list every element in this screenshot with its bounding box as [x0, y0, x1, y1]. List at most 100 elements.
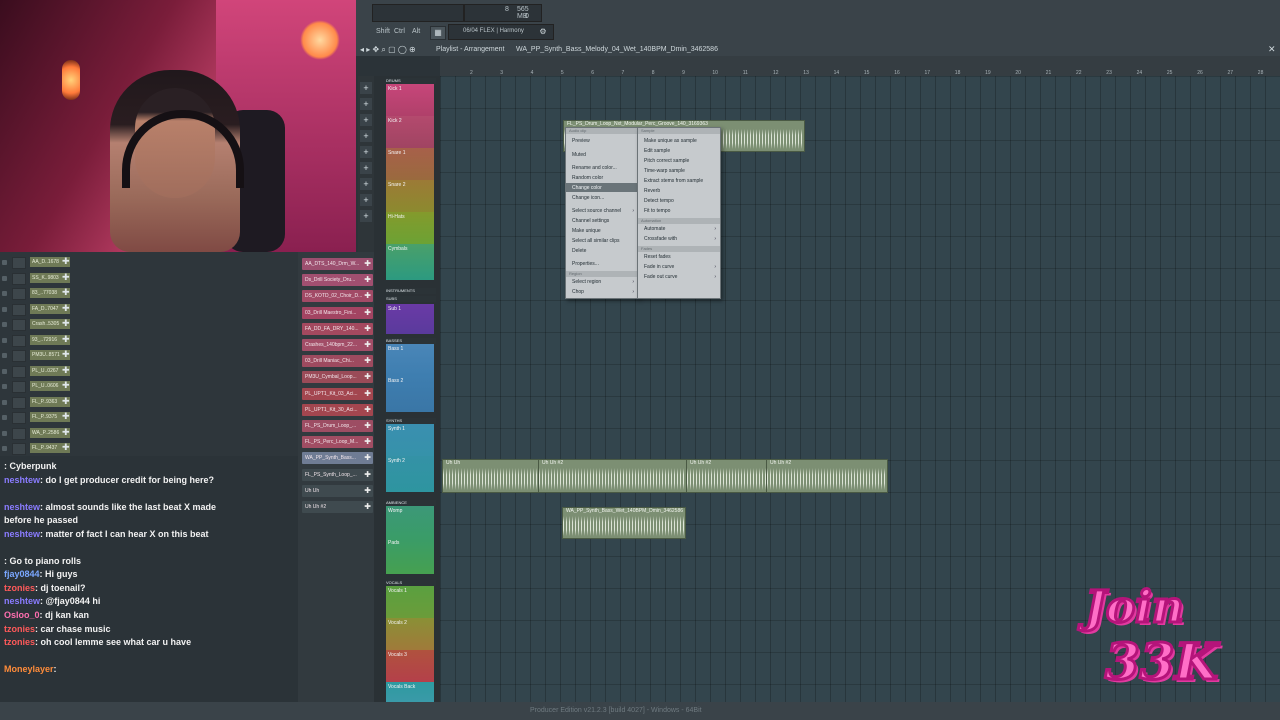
menu-channel-settings[interactable]: Channel settings	[572, 218, 609, 224]
plus-icon[interactable]: ✚	[62, 427, 70, 438]
add-track-icon[interactable]: +	[360, 194, 372, 206]
channel-led[interactable]	[2, 384, 7, 389]
channel-led[interactable]	[2, 430, 7, 436]
plus-icon[interactable]: ✚	[62, 256, 70, 267]
menu-crossfade[interactable]: Crossfade with	[644, 236, 677, 242]
browser-item[interactable]: FL_PS_Drum_Loop_... ✚	[302, 420, 373, 432]
menu-properties[interactable]: Properties...	[572, 261, 599, 267]
channel-row[interactable]: AA_D..1678 ✚	[0, 256, 96, 269]
channel-row[interactable]: PL_U..0267 ✚	[0, 365, 96, 378]
channel-mute-button[interactable]	[12, 350, 26, 362]
menu-automate[interactable]: Automate	[644, 226, 665, 232]
plus-icon[interactable]: ✚	[62, 349, 70, 360]
add-track-icon[interactable]: +	[360, 210, 372, 222]
channel-led[interactable]	[2, 322, 7, 327]
browser-item[interactable]: 03_Drill Maniac_Chi... ✚	[302, 355, 373, 368]
browser-item[interactable]: DS_KOTD_02_Choir_D... ✚	[302, 290, 373, 303]
browser-item[interactable]: AA_DTS_140_Drm_W... ✚	[302, 258, 373, 270]
track-hi-hats[interactable]: Hi-Hats	[386, 212, 434, 244]
chat-username[interactable]: neshtew	[4, 475, 40, 485]
track-vocals-3[interactable]: Vocals 3	[386, 650, 434, 682]
menu-muted[interactable]: Muted	[572, 152, 586, 158]
menu-preview[interactable]: Preview	[572, 138, 590, 144]
channel-led[interactable]	[2, 353, 7, 358]
chat-username[interactable]: fjay0844	[4, 569, 40, 579]
channel-row[interactable]: 83_..77038 ✚	[0, 287, 96, 300]
plus-icon[interactable]: ✚	[364, 469, 371, 481]
plus-icon[interactable]: ✚	[364, 323, 371, 335]
menu-select-source-channel[interactable]: Select source channel	[572, 208, 621, 214]
browser-item[interactable]: PM3U_Cymbal_Loop... ✚	[302, 371, 373, 384]
track-snare-1[interactable]: Snare 1	[386, 148, 434, 180]
browser-item[interactable]: Uh Uh ✚	[302, 484, 373, 497]
plus-icon[interactable]: ✚	[62, 272, 70, 283]
track-cymbals[interactable]: Cymbals	[386, 244, 434, 280]
menu-random-color[interactable]: Random color	[572, 175, 603, 181]
pattern-name[interactable]: WA_PP_Synth_Bass_Melody_04_Wet_140BPM_Dm…	[516, 46, 718, 53]
clip-synth-bass[interactable]: WA_PP_Synth_Bass_Wet_140BPM_Dmin_3462586	[562, 507, 686, 539]
plus-icon[interactable]: ✚	[364, 290, 371, 302]
menu-time-warp[interactable]: Time-warp sample	[644, 168, 685, 174]
add-track-icon[interactable]: +	[360, 82, 372, 94]
browser-item[interactable]: PL_UPT1_Kit_30_Aci... ✚	[302, 403, 373, 416]
track-kick-1[interactable]: Kick 1	[386, 84, 434, 116]
clip-uh-uh-2c[interactable]: Uh Uh #2	[766, 459, 888, 493]
settings-icon[interactable]: ⚙	[536, 26, 550, 38]
menu-make-unique[interactable]: Make unique	[572, 228, 601, 234]
track-vocals-2[interactable]: Vocals 2	[386, 618, 434, 650]
menu-select-similar[interactable]: Select all similar clips	[572, 238, 620, 244]
shift-button[interactable]: Shift	[376, 28, 390, 35]
channel-led[interactable]	[2, 291, 7, 296]
menu-detect-tempo[interactable]: Detect tempo	[644, 198, 674, 204]
menu-delete[interactable]: Delete	[572, 248, 586, 254]
channel-row[interactable]: 93_..72916 ✚	[0, 334, 96, 347]
menu-fade-in[interactable]: Fade in curve	[644, 264, 674, 270]
add-track-icon[interactable]: +	[360, 146, 372, 158]
channel-mute-button[interactable]	[12, 272, 26, 285]
close-icon[interactable]: ✕	[1268, 44, 1276, 55]
channel-mute-button[interactable]	[12, 443, 26, 455]
plus-icon[interactable]: ✚	[62, 442, 70, 453]
plus-icon[interactable]: ✚	[364, 339, 371, 351]
menu-select-region[interactable]: Select region	[572, 279, 601, 285]
plus-icon[interactable]: ✚	[364, 452, 371, 464]
browser-item[interactable]: WA_PP_Synth_Bass... ✚	[302, 452, 373, 465]
plus-icon[interactable]: ✚	[62, 287, 70, 298]
plus-icon[interactable]: ✚	[364, 388, 371, 400]
menu-fade-out[interactable]: Fade out curve	[644, 274, 677, 280]
channel-row[interactable]: PL_U..0606 ✚	[0, 380, 96, 393]
channel-mute-button[interactable]	[12, 288, 26, 300]
clip-uh-uh[interactable]: Uh Uh	[442, 459, 540, 493]
plus-icon[interactable]: ✚	[364, 258, 371, 270]
channel-mute-button[interactable]	[12, 412, 26, 424]
menu-change-color[interactable]: Change color	[572, 185, 602, 191]
plus-icon[interactable]: ✚	[364, 274, 371, 286]
channel-mute-button[interactable]	[12, 334, 26, 347]
channel-mute-button[interactable]	[12, 396, 26, 409]
chat-username[interactable]: tzonies	[4, 637, 35, 647]
menu-reverb[interactable]: Reverb	[644, 188, 660, 194]
timeline-ruler[interactable]: 2 3 4 5 6 7 8 9 10 11 12 13 14 15 16 17 18 19 20 21 22 23 24 25…	[440, 56, 1280, 77]
browser-item[interactable]: FL_PS_Synth_Loop_... ✚	[302, 468, 373, 481]
browser-item[interactable]: 03_Drill Maestro_Fini... ✚	[302, 306, 373, 319]
ctrl-button[interactable]: Ctrl	[394, 28, 405, 35]
clip-uh-uh-2[interactable]: Uh Uh #2	[538, 459, 688, 493]
channel-led[interactable]	[2, 337, 7, 343]
track-snare-2[interactable]: Snare 2	[386, 180, 434, 212]
track-bass-2[interactable]: Bass 2	[386, 376, 434, 412]
menu-make-unique-sample[interactable]: Make unique as sample	[644, 138, 697, 144]
menu-rename-color[interactable]: Rename and color...	[572, 165, 617, 171]
plus-icon[interactable]: ✚	[364, 485, 371, 497]
menu-fit-to-tempo[interactable]: Fit to tempo	[644, 208, 670, 214]
channel-led[interactable]	[2, 260, 7, 265]
channel-row[interactable]: Crash..5305 ✚	[0, 318, 96, 331]
add-track-icon[interactable]: +	[360, 98, 372, 110]
add-track-icon[interactable]: +	[360, 130, 372, 142]
plus-icon[interactable]: ✚	[62, 380, 70, 391]
menu-extract-stems[interactable]: Extract stems from sample	[644, 178, 703, 184]
chat-username[interactable]: tzonies	[4, 624, 35, 634]
track-womp[interactable]: Womp	[386, 506, 434, 538]
browser-item[interactable]: Uh Uh #2 ✚	[302, 501, 373, 513]
channel-row[interactable]: FL_P..9363 ✚	[0, 396, 96, 409]
channel-row[interactable]: WA_P..2586 ✚	[0, 427, 96, 440]
